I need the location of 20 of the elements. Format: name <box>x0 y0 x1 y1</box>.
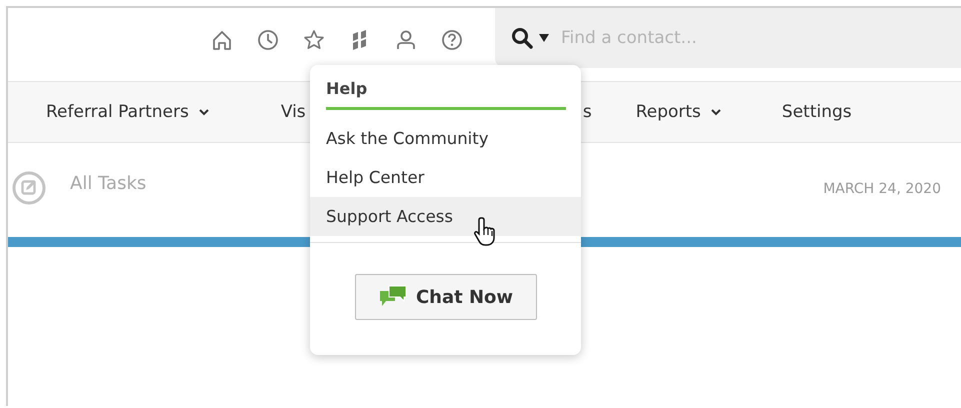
nav-item[interactable]: Reports <box>636 102 721 122</box>
nav-item[interactable]: s <box>582 102 592 122</box>
menu-item[interactable]: Help Center <box>310 158 581 197</box>
person-icon[interactable] <box>395 29 417 51</box>
chat-now-button[interactable]: Chat Now <box>354 274 536 320</box>
page-title: All Tasks <box>70 172 146 194</box>
clock-icon[interactable] <box>257 29 279 51</box>
menu-item[interactable]: Support Access <box>310 197 581 236</box>
nav-item[interactable]: Referral Partners <box>46 102 209 122</box>
edit-icon <box>12 171 46 205</box>
nav-item[interactable]: Settings <box>782 102 852 122</box>
search-icon <box>511 27 533 49</box>
menu-title: Help <box>326 79 566 110</box>
search-field[interactable]: Find a contact... <box>559 27 863 49</box>
star-icon[interactable] <box>303 29 325 51</box>
help-icon[interactable] <box>441 29 463 51</box>
date-label: MARCH 24, 2020 <box>823 181 941 197</box>
menu-item[interactable]: Ask the Community <box>310 119 581 158</box>
caret-icon <box>539 34 549 42</box>
home-icon[interactable] <box>211 29 233 51</box>
